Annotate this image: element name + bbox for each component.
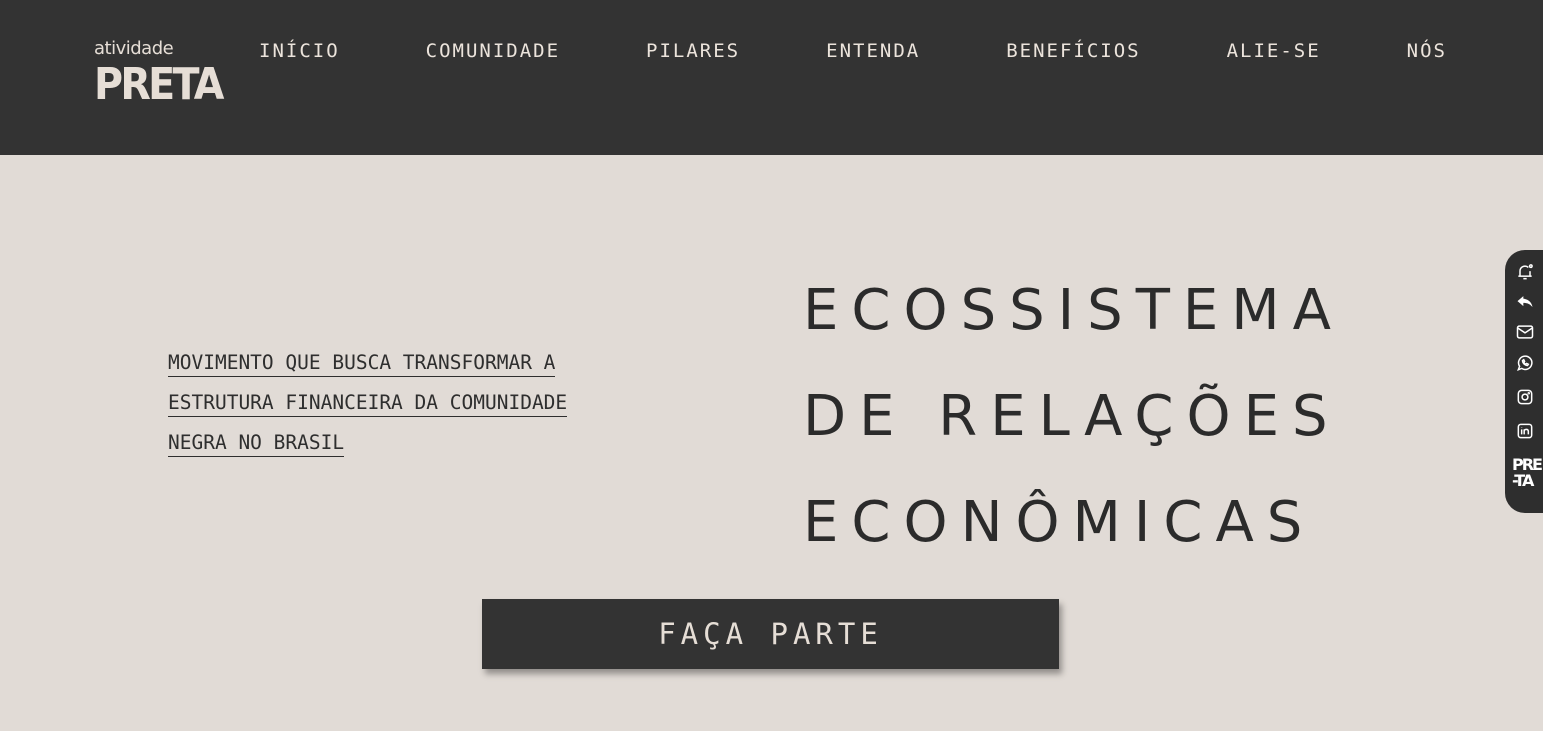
nav-item-alie-se[interactable]: ALIE-SE	[1227, 39, 1321, 63]
faca-parte-button[interactable]: FAÇA PARTE	[482, 599, 1059, 669]
hero-headline: ECOSSISTEMA DE RELAÇÕES ECONÔMICAS	[803, 258, 1344, 576]
nav-item-beneficios[interactable]: BENEFÍCIOS	[1006, 39, 1140, 63]
main-nav: INÍCIO COMUNIDADE PILARES ENTENDA BENEFÍ…	[259, 39, 1447, 63]
nav-item-inicio[interactable]: INÍCIO	[259, 39, 340, 63]
headline-line: ECONÔMICAS	[803, 490, 1316, 555]
brand-logo[interactable]: atividade PRETA	[94, 38, 224, 110]
headline-line: DE RELAÇÕES	[803, 384, 1341, 449]
site-header: atividade PRETA INÍCIO COMUNIDADE PILARE…	[0, 0, 1543, 155]
side-rail: PRE -TA	[1505, 250, 1543, 513]
subtitle-line: NEGRA NO BRASIL	[168, 423, 638, 463]
nav-item-nos[interactable]: NÓS	[1407, 39, 1447, 63]
nav-item-pilares[interactable]: PILARES	[646, 39, 740, 63]
rail-brand-logo[interactable]: PRE -TA	[1512, 457, 1543, 490]
mail-icon[interactable]	[1514, 321, 1536, 343]
instagram-icon[interactable]	[1514, 386, 1536, 408]
nav-item-entenda[interactable]: ENTENDA	[826, 39, 920, 63]
page: atividade PRETA INÍCIO COMUNIDADE PILARE…	[0, 0, 1543, 731]
logo-bottom-text: PRETA	[94, 59, 224, 110]
subtitle-line: MOVIMENTO QUE BUSCA TRANSFORMAR A	[168, 343, 638, 383]
reply-icon[interactable]	[1514, 291, 1536, 313]
linkedin-icon[interactable]	[1514, 420, 1536, 442]
bell-icon[interactable]	[1514, 261, 1536, 283]
nav-item-comunidade[interactable]: COMUNIDADE	[426, 39, 560, 63]
subtitle-line: ESTRUTURA FINANCEIRA DA COMUNIDADE	[168, 383, 638, 423]
whatsapp-icon[interactable]	[1514, 352, 1536, 374]
hero-subtitle: MOVIMENTO QUE BUSCA TRANSFORMAR A ESTRUT…	[168, 343, 638, 463]
logo-top-text: atividade	[94, 38, 174, 59]
rail-logo-line: -TA	[1512, 471, 1534, 490]
headline-line: ECOSSISTEMA	[803, 278, 1344, 343]
